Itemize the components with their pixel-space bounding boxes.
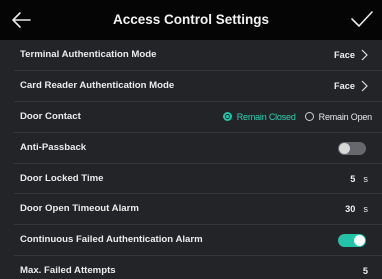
radio-unselected-icon	[304, 112, 314, 122]
toggle-knob	[339, 142, 350, 154]
setting-unit: s	[363, 204, 368, 215]
setting-value: 5	[362, 266, 368, 277]
remain-closed-option[interactable]: Remain Closed	[222, 111, 296, 122]
setting-label: Door Open Timeout Alarm	[20, 203, 139, 215]
max-failed-attempts-row[interactable]: Max. Failed Attempts 5	[14, 256, 382, 279]
setting-value: Face	[334, 80, 355, 91]
setting-value-group: 5 s	[350, 164, 368, 194]
anti-passback-toggle[interactable]	[338, 141, 366, 155]
setting-value: Face	[334, 50, 355, 60]
access-control-settings-screen: Access Control Settings Terminal Authent…	[0, 0, 382, 279]
setting-value: 30	[345, 204, 356, 215]
terminal-authentication-mode-row[interactable]: Terminal Authentication Mode Face	[14, 40, 382, 71]
door-locked-time-row[interactable]: Door Locked Time 5 s	[14, 164, 382, 195]
remain-open-option[interactable]: Remain Open	[304, 111, 373, 122]
setting-value-group: 5	[363, 256, 368, 279]
radio-label: Remain Open	[318, 111, 373, 122]
setting-label: Anti-Passback	[20, 141, 87, 153]
setting-label: Continuous Failed Authentication Alarm	[20, 234, 203, 246]
header-bar: Access Control Settings	[0, 0, 382, 40]
settings-list: Terminal Authentication Mode Face Card R…	[14, 40, 382, 279]
page-title: Access Control Settings	[112, 12, 270, 27]
setting-unit: s	[363, 173, 368, 184]
radio-label: Remain Closed	[236, 111, 296, 122]
checkmark-icon[interactable]	[346, 6, 376, 34]
setting-label: Door Contact	[20, 110, 81, 122]
setting-label: Card Reader Authentication Mode	[20, 79, 175, 91]
setting-value-group: Face	[334, 71, 368, 101]
door-open-timeout-alarm-row[interactable]: Door Open Timeout Alarm 30 s	[14, 194, 382, 226]
setting-label: Max. Failed Attempts	[20, 265, 116, 277]
anti-passback-row: Anti-Passback	[14, 133, 382, 164]
setting-value-group: Face	[334, 40, 368, 70]
door-contact-row: Door Contact Remain Closed Remain Open	[14, 102, 382, 133]
setting-label: Terminal Authentication Mode	[20, 49, 157, 60]
door-contact-radio-group: Remain Closed Remain Open	[222, 102, 373, 132]
setting-value-group: 30 s	[345, 194, 368, 224]
setting-label: Door Locked Time	[20, 172, 104, 184]
card-reader-authentication-mode-row[interactable]: Card Reader Authentication Mode Face	[14, 71, 382, 102]
failed-auth-alarm-toggle[interactable]	[338, 234, 366, 248]
setting-value: 5	[350, 173, 356, 184]
chevron-right-icon	[361, 80, 368, 92]
continuous-failed-authentication-alarm-row: Continuous Failed Authentication Alarm	[14, 225, 382, 257]
chevron-right-icon	[361, 49, 368, 61]
radio-selected-icon	[222, 112, 232, 122]
toggle-knob	[354, 235, 365, 247]
